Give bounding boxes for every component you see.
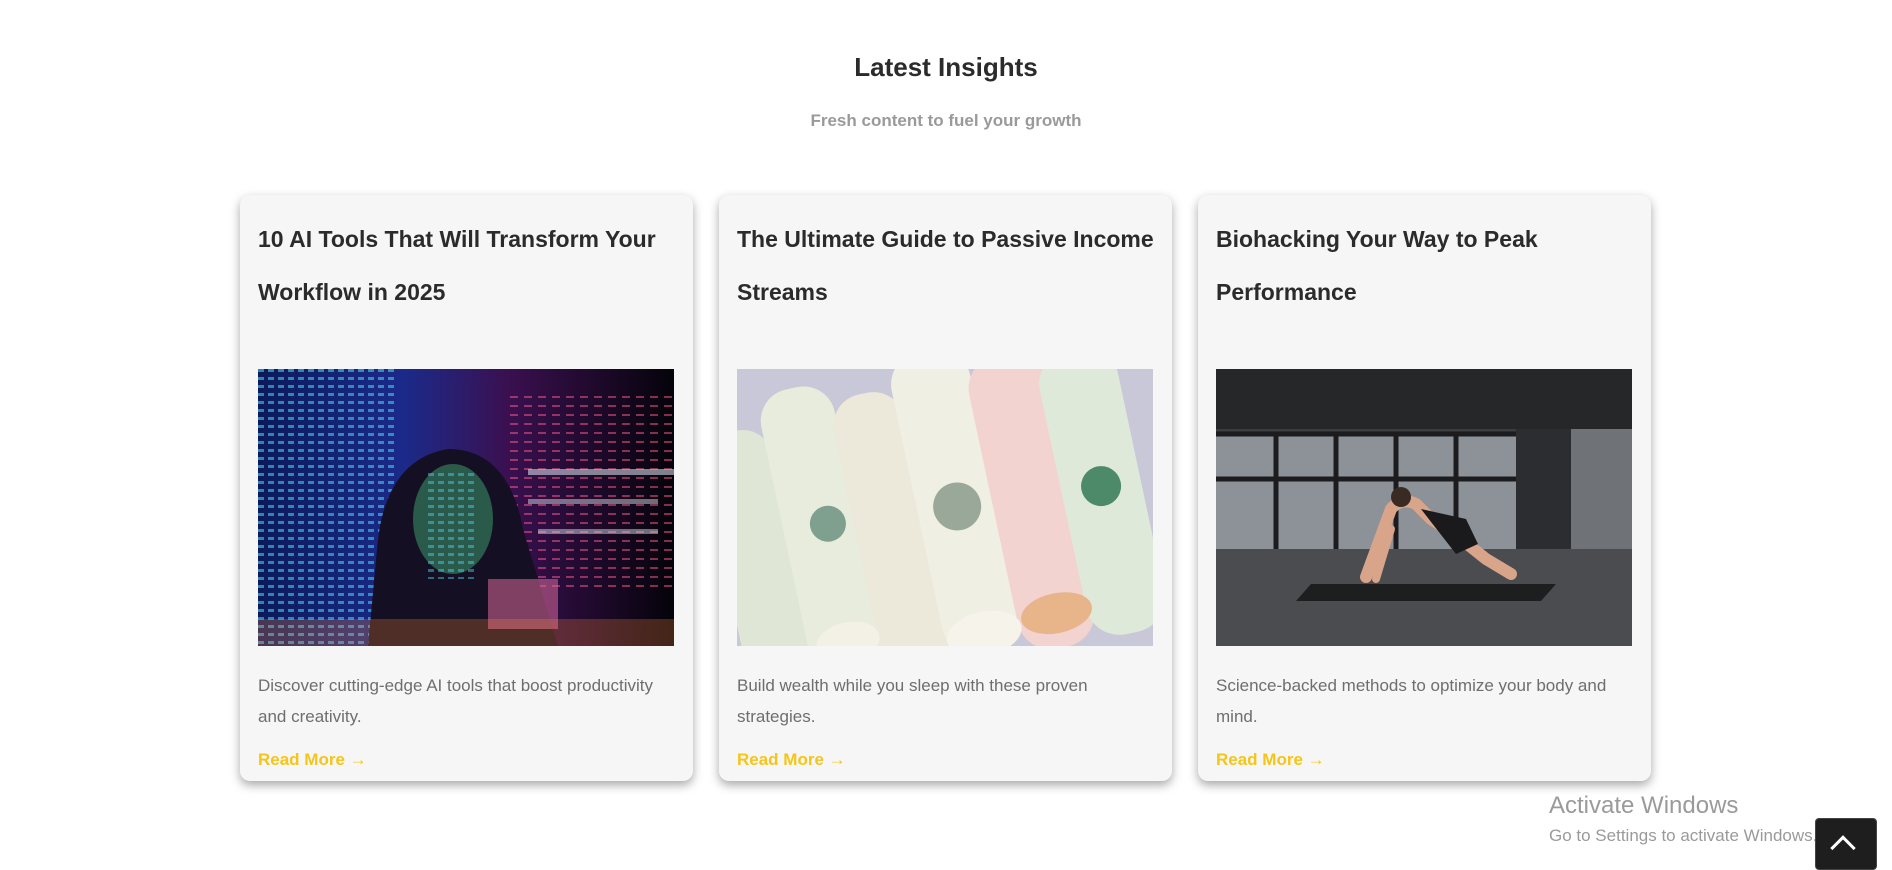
- card-excerpt: Build wealth while you sleep with these …: [737, 676, 1088, 726]
- card-title[interactable]: 10 AI Tools That Will Transform Your Wor…: [258, 213, 675, 351]
- section-title: Latest Insights: [854, 52, 1038, 82]
- scroll-to-top-button[interactable]: [1815, 818, 1877, 870]
- article-card: The Ultimate Guide to Passive Income Str…: [719, 195, 1172, 781]
- card-excerpt: Discover cutting-edge AI tools that boos…: [258, 676, 653, 726]
- activate-windows-subtitle: Go to Settings to activate Windows.: [1549, 826, 1818, 845]
- section-subtitle: Fresh content to fuel your growth: [810, 111, 1082, 130]
- card-image-ai-portrait[interactable]: [258, 369, 674, 646]
- article-card: Biohacking Your Way to Peak Performance: [1198, 195, 1651, 781]
- card-image-plank-workout[interactable]: [1216, 369, 1632, 646]
- card-image-dollar-bills[interactable]: [737, 369, 1153, 646]
- article-card: 10 AI Tools That Will Transform Your Wor…: [240, 195, 693, 781]
- read-more-link[interactable]: Read More →: [1216, 750, 1325, 770]
- read-more-link[interactable]: Read More →: [737, 750, 846, 770]
- insights-card-grid: 10 AI Tools That Will Transform Your Wor…: [240, 195, 1651, 781]
- activate-windows-watermark: Activate Windows Go to Settings to activ…: [1549, 792, 1817, 846]
- activate-windows-title: Activate Windows: [1549, 792, 1739, 819]
- card-title[interactable]: The Ultimate Guide to Passive Income Str…: [737, 213, 1154, 351]
- card-excerpt: Science-backed methods to optimize your …: [1216, 676, 1607, 726]
- chevron-up-icon: [1830, 835, 1856, 861]
- read-more-link[interactable]: Read More →: [258, 750, 367, 770]
- card-title[interactable]: Biohacking Your Way to Peak Performance: [1216, 213, 1633, 351]
